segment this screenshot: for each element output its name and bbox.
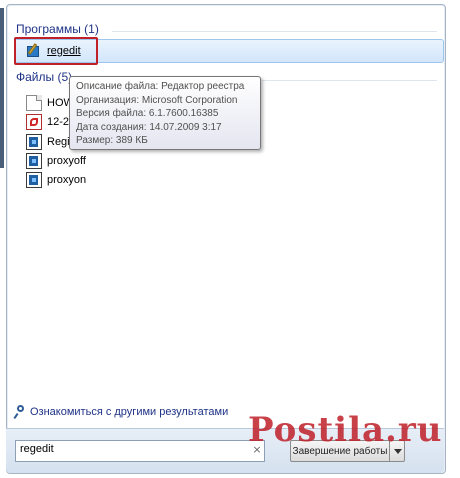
files-header-divider [262,80,437,81]
search-input[interactable]: regedit [15,440,265,462]
tooltip-organization: Организация: Microsoft Corporation [76,94,238,106]
file-item-label: proxyoff [47,155,86,167]
tooltip-description: Описание файла: Редактор реестра [76,81,245,92]
window-edge [0,8,4,168]
reg-file-icon [26,134,42,150]
tooltip-created: Дата создания: 14.07.2009 3:17 [76,121,222,133]
highlight-annotation [14,37,98,65]
tooltip-size: Размер: 389 КБ [76,135,148,146]
pdf-icon [26,114,42,130]
programs-header-divider [112,31,437,32]
file-item[interactable]: HOW [26,94,74,112]
file-item[interactable]: 12-20 [26,113,75,131]
document-icon [26,95,42,111]
file-item[interactable]: Regis [26,133,75,151]
file-info-tooltip: Описание файла: Редактор реестра Организ… [69,76,261,150]
file-item-label: proxyon [47,174,87,186]
file-item[interactable]: proxyon [26,171,86,189]
reg-file-icon [26,153,42,169]
file-item[interactable]: proxyoff [26,152,86,170]
watermark: Postila.ru [248,410,443,450]
reg-file-icon [26,172,42,188]
see-more-results-link[interactable]: Ознакомиться с другими результатами [14,405,228,419]
see-more-results-label: Ознакомиться с другими результатами [30,406,229,418]
files-header: Файлы (5) [16,70,73,84]
tooltip-version: Версия файла: 6.1.7600.16385 [76,108,219,119]
programs-header: Программы (1) [16,22,99,36]
search-icon [14,405,26,419]
